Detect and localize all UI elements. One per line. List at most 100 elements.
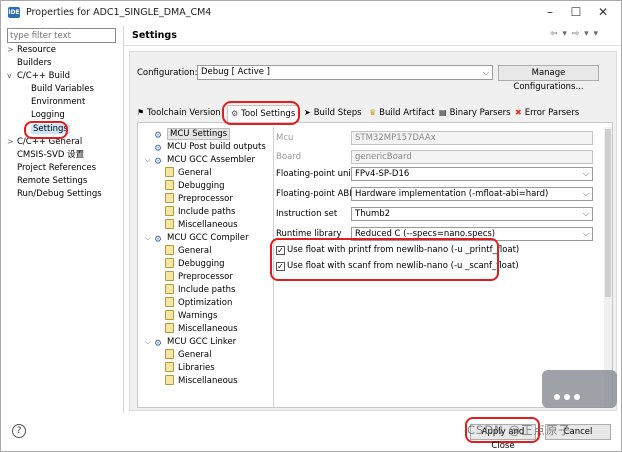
sidebar-item-label: Builders (17, 58, 52, 68)
tool-tree-item-warnings[interactable]: Warnings (165, 310, 217, 322)
pane-divider[interactable] (123, 25, 124, 413)
sidebar-item-label: CMSIS-SVD 设置 (17, 150, 85, 160)
page-icon (165, 258, 174, 268)
property-field-mcu: STM32MP157DAAx (351, 131, 593, 145)
tool-tree-item-preprocessor[interactable]: Preprocessor (165, 193, 233, 205)
scrollbar-thumb[interactable] (605, 129, 611, 297)
tool-tree-item-mcu-gcc-compiler[interactable]: ⌵ ⚙ MCU GCC Compiler (145, 232, 249, 245)
gear-icon: ⚙ (154, 235, 163, 245)
annotation-oval-settings (24, 121, 68, 139)
sidebar-item-c-c-build[interactable]: v C/C++ Build (7, 70, 70, 82)
history-nav[interactable]: ⇦ ▾ ⇨ ▾ ▾ (550, 29, 599, 39)
configuration-select[interactable]: Debug [ Active ] ⌵ (197, 65, 493, 80)
tool-tree-item-debugging[interactable]: Debugging (165, 258, 225, 270)
tab-error-parsers[interactable]: ✖ Error Parsers (512, 105, 582, 122)
tool-tree-label: General (178, 350, 212, 360)
error-parsers-icon: ✖ (515, 108, 522, 117)
chevron-down-icon: ⌵ (482, 68, 489, 77)
property-select-floating-point-abi[interactable]: Hardware implementation (-mfloat-abi=har… (351, 187, 593, 201)
chevron-down-icon[interactable]: ⌵ (145, 154, 154, 166)
tab-binary-parsers[interactable]: ▤ Binary Parsers (436, 105, 514, 122)
tab-toolchain-version[interactable]: ⚑ Toolchain Version (134, 105, 224, 122)
chevron-down-icon: ⌵ (582, 229, 589, 238)
sidebar-item-run-debug-settings[interactable]: Run/Debug Settings (7, 188, 102, 200)
tool-tree-item-optimization[interactable]: Optimization (165, 297, 232, 309)
build-steps-icon: ➤ (304, 108, 311, 117)
property-value: FPv4-SP-D16 (355, 169, 410, 179)
chevron-right-icon[interactable]: > (7, 136, 17, 148)
annotation-oval-tool-settings (222, 101, 300, 125)
sidebar-item-label: Build Variables (31, 84, 94, 94)
build-artifact-icon: ♛ (369, 108, 377, 117)
tool-tree-item-miscellaneous[interactable]: Miscellaneous (165, 323, 238, 335)
property-value: Hardware implementation (-mfloat-abi=har… (355, 189, 549, 199)
sidebar-item-label: Remote Settings (17, 176, 88, 186)
window-title: Properties for ADC1_SINGLE_DMA_CM4 (26, 7, 212, 18)
sidebar-item-resource[interactable]: > Resource (7, 44, 56, 56)
property-select-instruction-set[interactable]: Thumb2 ⌵ (351, 207, 593, 221)
tool-tree-item-include-paths[interactable]: Include paths (165, 284, 235, 296)
tab-build-artifact[interactable]: ♛ Build Artifact (366, 105, 437, 122)
sidebar-item-project-references[interactable]: Project References (7, 162, 96, 174)
tool-tree-label: MCU GCC Assembler (167, 155, 256, 165)
tool-tree-item-libraries[interactable]: Libraries (165, 362, 215, 374)
tool-tree-item-general[interactable]: General (165, 349, 212, 361)
chevron-down-icon: ⌵ (582, 189, 589, 198)
tool-tree-item-miscellaneous[interactable]: Miscellaneous (165, 375, 238, 387)
filter-input[interactable] (7, 28, 116, 43)
page-icon (165, 219, 174, 229)
chevron-down-icon[interactable]: v (7, 70, 17, 82)
page-icon (165, 323, 174, 333)
tool-tree-item-general[interactable]: General (165, 167, 212, 179)
tool-tree-label: Optimization (178, 298, 233, 308)
page-icon (165, 167, 174, 177)
sidebar-item-remote-settings[interactable]: Remote Settings (7, 175, 87, 187)
chevron-down-icon[interactable]: ⌵ (145, 336, 154, 348)
page-icon (165, 193, 174, 203)
property-select-floating-point-unit[interactable]: FPv4-SP-D16 ⌵ (351, 167, 593, 181)
sidebar-item-environment[interactable]: Environment (21, 96, 85, 108)
tool-tree-item-miscellaneous[interactable]: Miscellaneous (165, 219, 238, 231)
tool-tree-item-mcu-settings[interactable]: ⚙ MCU Settings (154, 128, 231, 141)
tool-tree-item-mcu-gcc-linker[interactable]: ⌵ ⚙ MCU GCC Linker (145, 336, 236, 349)
sidebar-item-build-variables[interactable]: Build Variables (21, 83, 94, 95)
tool-tree-item-preprocessor[interactable]: Preprocessor (165, 271, 233, 283)
tool-tree-item-mcu-gcc-assembler[interactable]: ⌵ ⚙ MCU GCC Assembler (145, 154, 255, 167)
page-icon (165, 375, 174, 385)
tool-tree-item-debugging[interactable]: Debugging (165, 180, 225, 192)
page-icon (165, 349, 174, 359)
sidebar-item-cmsis-svd[interactable]: CMSIS-SVD 设置 (7, 149, 84, 161)
tool-tree-label: General (178, 246, 212, 256)
tool-tree: ⚙ MCU Settings ⚙ MCU Post build outputs ⌵ ⚙ MC… (141, 128, 273, 406)
tool-tree-label: Debugging (178, 181, 225, 191)
property-label-floating-point-abi: Floating-point ABI (276, 189, 352, 199)
tool-tree-item-include-paths[interactable]: Include paths (165, 206, 235, 218)
title-bar: IDE Properties for ADC1_SINGLE_DMA_CM4 –… (1, 1, 621, 25)
page-icon (165, 310, 174, 320)
watermark-dots-icon (554, 393, 594, 403)
maximize-button[interactable]: ☐ (563, 4, 589, 21)
chevron-down-icon[interactable]: ⌵ (145, 232, 154, 244)
properties-dialog: IDE Properties for ADC1_SINGLE_DMA_CM4 –… (0, 0, 622, 452)
tab-label: Error Parsers (524, 108, 580, 118)
tool-tree-label: Preprocessor (178, 272, 233, 282)
tool-tree-item-mcu-post-build-outputs[interactable]: ⚙ MCU Post build outputs (154, 141, 266, 154)
chevron-right-icon[interactable]: > (7, 44, 17, 56)
ide-app-icon: IDE (8, 7, 20, 18)
tool-tree-label: MCU Post build outputs (167, 142, 266, 152)
tool-tree-label: Miscellaneous (178, 376, 238, 386)
tool-tree-item-general[interactable]: General (165, 245, 212, 257)
binary-parsers-icon: ▤ (439, 108, 447, 117)
manage-configurations-button[interactable]: Manage Configurations... (498, 65, 599, 92)
sidebar-item-builders[interactable]: Builders (7, 57, 52, 69)
minimize-button[interactable]: – (537, 4, 563, 21)
toolchain-icon: ⚑ (137, 108, 145, 117)
tab-build-steps[interactable]: ➤ Build Steps (301, 105, 365, 122)
tool-tree-label: MCU GCC Linker (167, 337, 237, 347)
help-button[interactable]: ? (12, 424, 26, 438)
gear-icon: ⚙ (154, 157, 163, 167)
page-icon (165, 206, 174, 216)
sidebar-item-logging[interactable]: Logging (21, 109, 65, 121)
close-button[interactable]: ✕ (590, 4, 616, 21)
sidebar-item-label: Run/Debug Settings (17, 189, 102, 199)
